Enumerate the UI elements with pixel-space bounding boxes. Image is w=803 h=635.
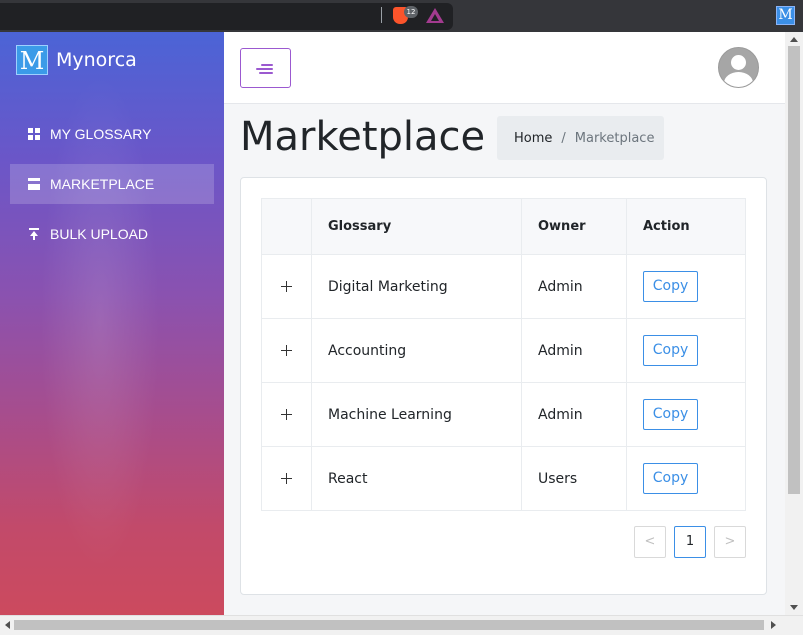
brave-rewards-icon[interactable] (426, 8, 444, 23)
glossary-cell: Accounting (311, 318, 522, 383)
glossary-cell: React (311, 446, 522, 511)
copy-button[interactable]: Copy (643, 463, 698, 494)
expand-row-icon[interactable] (281, 345, 292, 356)
column-header-expand (261, 198, 312, 255)
pagination-prev-button[interactable]: < (634, 526, 666, 558)
sidebar: M Mynorca MY GLOSSARY MARKETPLACE BULK U… (0, 32, 224, 615)
breadcrumb: Home / Marketplace (497, 116, 664, 160)
top-header (224, 32, 785, 104)
column-header-owner: Owner (521, 198, 627, 255)
glossary-cell: Digital Marketing (311, 254, 522, 319)
browser-toolbar: 12 M (0, 0, 803, 32)
page-viewport: M Mynorca MY GLOSSARY MARKETPLACE BULK U… (0, 32, 785, 615)
menu-toggle-button[interactable] (240, 48, 291, 88)
upload-icon (28, 228, 40, 240)
sidebar-item-label: MY GLOSSARY (50, 126, 152, 142)
vertical-scrollbar[interactable] (785, 32, 803, 615)
glossary-table: Glossary Owner Action Digital Marketing … (261, 198, 746, 511)
table-row: Digital Marketing Admin Copy (261, 254, 746, 319)
owner-cell: Admin (521, 254, 627, 319)
horizontal-scrollbar[interactable] (0, 615, 803, 635)
table-row: React Users Copy (261, 446, 746, 511)
page-title: Marketplace (240, 114, 486, 160)
user-avatar-icon[interactable] (718, 47, 759, 88)
marketplace-card: Glossary Owner Action Digital Marketing … (240, 177, 767, 595)
table-row: Accounting Admin Copy (261, 318, 746, 383)
scroll-down-arrow-icon[interactable] (790, 605, 798, 610)
menu-toggle-icon (261, 64, 273, 66)
sidebar-item-my-glossary[interactable]: MY GLOSSARY (10, 114, 214, 154)
owner-cell: Users (521, 446, 627, 511)
scroll-right-arrow-icon[interactable] (771, 621, 776, 629)
dashboard-icon (28, 128, 40, 140)
shields-count-badge: 12 (404, 6, 418, 18)
brand-logo-icon: M (16, 45, 48, 75)
brand-name: Mynorca (56, 49, 137, 71)
copy-button[interactable]: Copy (643, 335, 698, 366)
glossary-cell: Machine Learning (311, 382, 522, 447)
table-header-row: Glossary Owner Action (261, 198, 746, 255)
brand[interactable]: M Mynorca (16, 45, 137, 75)
sidebar-item-label: MARKETPLACE (50, 176, 155, 192)
toolbar-separator (381, 7, 382, 23)
expand-row-icon[interactable] (281, 409, 292, 420)
vertical-scroll-thumb[interactable] (788, 46, 800, 494)
sidebar-nav: MY GLOSSARY MARKETPLACE BULK UPLOAD (10, 114, 214, 264)
address-bar[interactable] (0, 3, 453, 30)
copy-button[interactable]: Copy (643, 271, 698, 302)
extension-icon[interactable]: M (776, 6, 795, 25)
scroll-left-arrow-icon[interactable] (5, 621, 10, 629)
column-header-glossary: Glossary (311, 198, 522, 255)
pagination-page-button[interactable]: 1 (674, 526, 706, 558)
scroll-up-arrow-icon[interactable] (790, 37, 798, 42)
expand-row-icon[interactable] (281, 281, 292, 292)
store-icon (28, 178, 40, 190)
expand-row-icon[interactable] (281, 473, 292, 484)
copy-button[interactable]: Copy (643, 399, 698, 430)
sidebar-item-bulk-upload[interactable]: BULK UPLOAD (10, 214, 214, 254)
pagination-next-button[interactable]: > (714, 526, 746, 558)
table-row: Machine Learning Admin Copy (261, 382, 746, 447)
column-header-action: Action (626, 198, 746, 255)
breadcrumb-current: Marketplace (574, 130, 655, 146)
owner-cell: Admin (521, 382, 627, 447)
breadcrumb-home-link[interactable]: Home (514, 131, 552, 146)
sidebar-item-label: BULK UPLOAD (50, 226, 149, 242)
breadcrumb-separator: / (561, 130, 566, 146)
sidebar-item-marketplace[interactable]: MARKETPLACE (10, 164, 214, 204)
horizontal-scroll-thumb[interactable] (14, 620, 764, 630)
owner-cell: Admin (521, 318, 627, 383)
